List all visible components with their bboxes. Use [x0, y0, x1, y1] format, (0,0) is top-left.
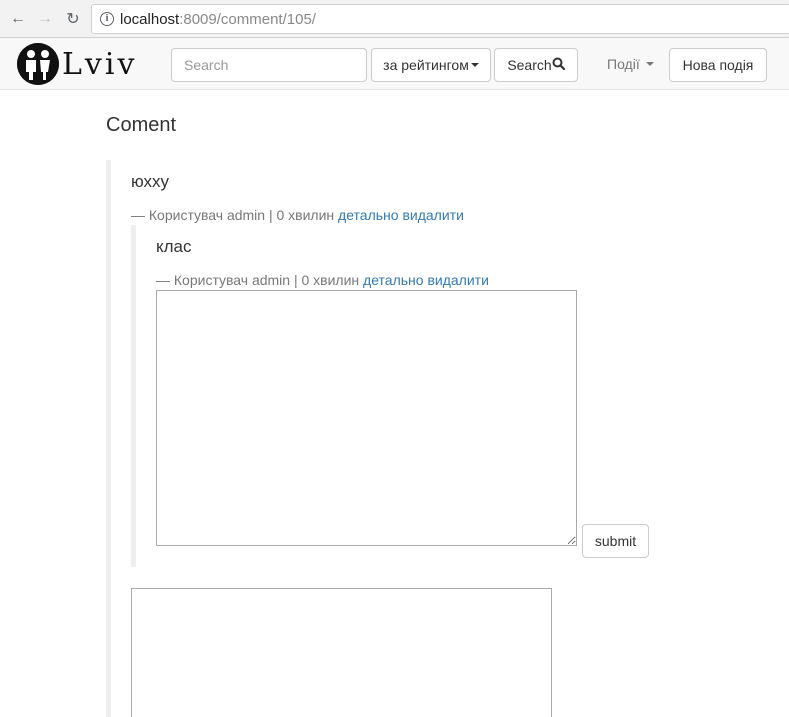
navbar: Lviv за рейтингом Search Події Нова поді… [0, 38, 789, 90]
reply-textarea[interactable] [156, 290, 577, 546]
comment-detail-link[interactable]: детально [338, 207, 399, 223]
caret-down-icon [645, 62, 654, 66]
reply-detail-link[interactable]: детально [363, 272, 424, 288]
new-event-label: Нова подія [682, 57, 754, 73]
page-title: Coment [106, 114, 177, 136]
search-icon [552, 57, 565, 73]
reply-meta: — Користувач admin | 0 хвилин детально в… [156, 272, 489, 288]
sort-label: за рейтингом [383, 57, 469, 73]
sort-dropdown-button[interactable]: за рейтингом [371, 48, 491, 82]
forward-arrow-icon[interactable]: → [35, 9, 55, 29]
search-button[interactable]: Search [494, 48, 578, 82]
reply-delete-link[interactable]: видалити [427, 272, 488, 288]
new-event-button[interactable]: Нова подія [669, 48, 767, 82]
url-host: localhost [120, 10, 180, 28]
comment-textarea[interactable] [131, 588, 552, 717]
comment-author-info: — Користувач admin | 0 хвилин [131, 207, 335, 223]
submit-label: submit [594, 533, 637, 549]
events-dropdown[interactable]: Події [607, 56, 654, 72]
reply-author-info: — Користувач admin | 0 хвилин [156, 272, 360, 288]
comment-meta: — Користувач admin | 0 хвилин детально в… [131, 207, 464, 223]
reply-text: клас [156, 237, 192, 256]
url-path: :8009/comment/105/ [179, 10, 316, 28]
submit-button[interactable]: submit [582, 524, 649, 558]
logo-text: Lviv [62, 46, 138, 82]
info-icon[interactable]: i [100, 12, 114, 26]
comment-delete-link[interactable]: видалити [402, 207, 463, 223]
logo-people-icon [17, 43, 59, 85]
browser-toolbar: ← → ↻ i localhost:8009/comment/105/ [0, 0, 789, 38]
reload-icon[interactable]: ↻ [63, 9, 83, 29]
caret-down-icon [470, 63, 479, 67]
search-button-label: Search [507, 57, 552, 73]
back-arrow-icon[interactable]: ← [8, 9, 28, 29]
comment-text: юххy [131, 172, 170, 191]
events-label: Події [607, 56, 640, 72]
logo[interactable]: Lviv [17, 43, 157, 85]
address-bar[interactable]: i localhost:8009/comment/105/ [91, 4, 789, 34]
search-input[interactable] [171, 48, 367, 82]
